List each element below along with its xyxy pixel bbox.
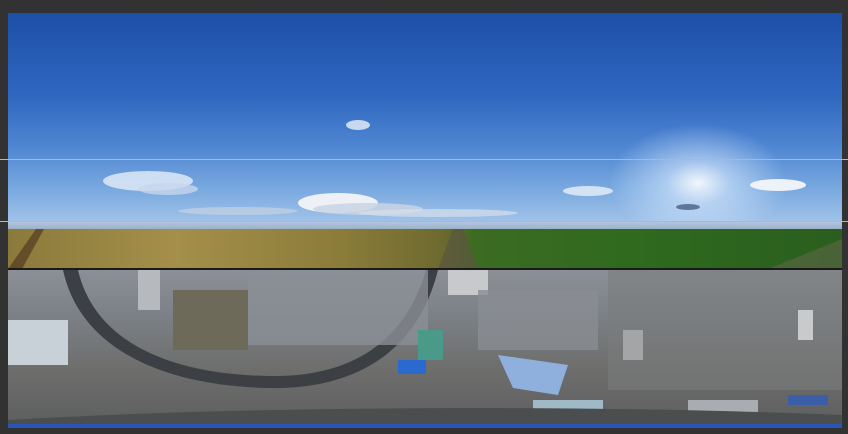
cloud-layer [103, 120, 806, 217]
horizontal-guide-top[interactable] [0, 159, 848, 160]
horizontal-guide-bottom[interactable] [0, 221, 848, 222]
blue-edge-strip [8, 424, 842, 428]
city-region [8, 270, 842, 428]
sky-region [8, 13, 842, 243]
editor-window [0, 0, 848, 434]
horizon-band [8, 221, 842, 229]
farmland-region [8, 229, 842, 269]
